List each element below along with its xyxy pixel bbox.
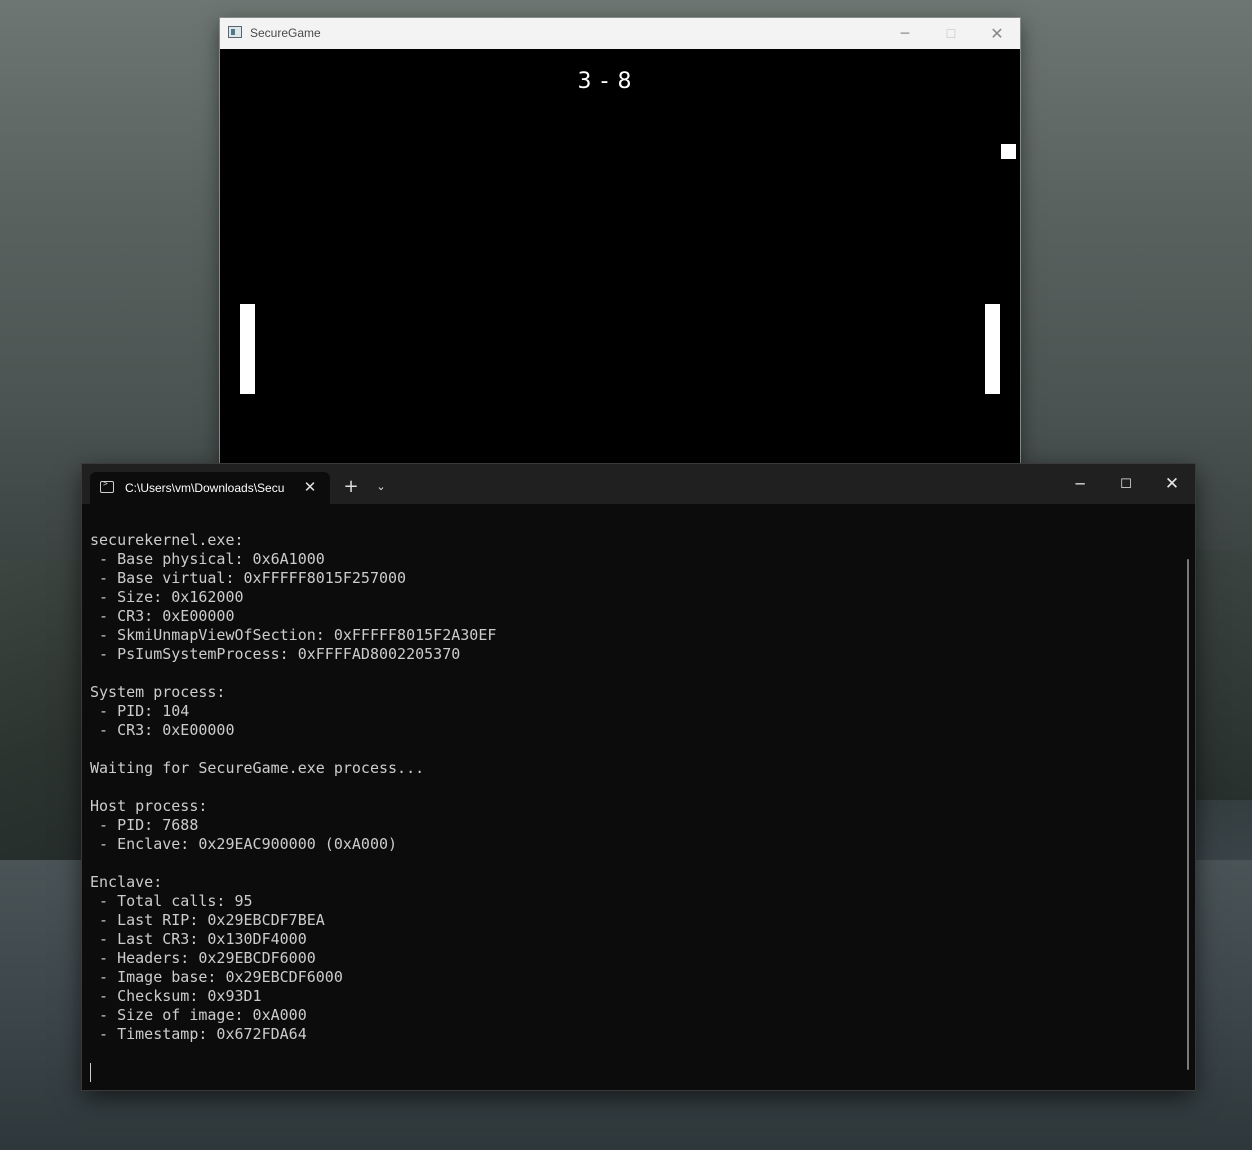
scrollbar[interactable] — [1187, 559, 1189, 1070]
terminal-line: Enclave: — [90, 873, 163, 891]
terminal-line: - Total calls: 95 — [90, 892, 253, 910]
terminal-line: - Size of image: 0xA000 — [90, 1006, 307, 1024]
terminal-line: - PID: 104 — [90, 702, 190, 720]
game-window-title: SecureGame — [250, 26, 321, 40]
tab-close-icon[interactable]: ✕ — [300, 477, 320, 497]
terminal-line: - Headers: 0x29EBCDF6000 — [90, 949, 316, 967]
terminal-line: - CR3: 0xE00000 — [90, 721, 235, 739]
chevron-down-icon[interactable]: ⌄ — [370, 476, 392, 498]
text-cursor — [90, 1063, 91, 1082]
terminal-line: - SkmiUnmapViewOfSection: 0xFFFFF8015F2A… — [90, 626, 497, 644]
ball — [1001, 144, 1016, 159]
terminal-line: - PID: 7688 — [90, 816, 199, 834]
terminal-line: - Base physical: 0x6A1000 — [90, 550, 325, 568]
tab-title: C:\Users\vm\Downloads\Secu — [125, 481, 285, 495]
terminal-text: securekernel.exe: - Base physical: 0x6A1… — [90, 531, 496, 1044]
terminal-line: - CR3: 0xE00000 — [90, 607, 235, 625]
minimize-icon[interactable]: ─ — [1057, 464, 1103, 504]
terminal-line: - Last RIP: 0x29EBCDF7BEA — [90, 911, 325, 929]
background-mountain-right — [1192, 550, 1252, 800]
terminal-line: - PsIumSystemProcess: 0xFFFFAD8002205370 — [90, 645, 461, 663]
terminal-line: - Timestamp: 0x672FDA64 — [90, 1025, 307, 1043]
terminal-line: System process: — [90, 683, 226, 701]
terminal-line: - Checksum: 0x93D1 — [90, 987, 262, 1005]
terminal-line: - Enclave: 0x29EAC900000 (0xA000) — [90, 835, 398, 853]
terminal-line: - Base virtual: 0xFFFFF8015F257000 — [90, 569, 407, 587]
terminal-window[interactable]: C:\Users\vm\Downloads\Secu ✕ + ⌄ ─ ☐ ✕ s… — [82, 464, 1195, 1090]
right-paddle — [985, 304, 1000, 394]
game-titlebar[interactable]: SecureGame ─ ☐ ✕ — [220, 18, 1020, 49]
maximize-icon[interactable]: ☐ — [1103, 464, 1149, 504]
close-icon[interactable]: ✕ — [1149, 464, 1195, 504]
terminal-line: - Last CR3: 0x130DF4000 — [90, 930, 307, 948]
terminal-output[interactable]: securekernel.exe: - Base physical: 0x6A1… — [82, 504, 1195, 1090]
maximize-icon: ☐ — [945, 26, 957, 41]
app-icon — [228, 26, 242, 38]
left-paddle — [240, 304, 255, 394]
close-icon[interactable]: ✕ — [974, 18, 1020, 49]
terminal-tabbar[interactable]: C:\Users\vm\Downloads\Secu ✕ + ⌄ ─ ☐ ✕ — [82, 464, 1195, 504]
terminal-line: Waiting for SecureGame.exe process... — [90, 759, 425, 777]
terminal-line: - Image base: 0x29EBCDF6000 — [90, 968, 343, 986]
terminal-line: Host process: — [90, 797, 208, 815]
terminal-line: - Size: 0x162000 — [90, 588, 244, 606]
score-display: 3 - 8 — [577, 69, 633, 94]
terminal-line: securekernel.exe: — [90, 531, 244, 549]
new-tab-plus-icon[interactable]: + — [340, 476, 362, 498]
game-canvas[interactable]: 3 - 8 — [220, 49, 1020, 466]
terminal-tab[interactable]: C:\Users\vm\Downloads\Secu ✕ — [90, 472, 330, 504]
securegame-window[interactable]: SecureGame ─ ☐ ✕ 3 - 8 — [220, 18, 1020, 466]
minimize-icon[interactable]: ─ — [882, 18, 928, 49]
terminal-icon — [100, 479, 114, 493]
